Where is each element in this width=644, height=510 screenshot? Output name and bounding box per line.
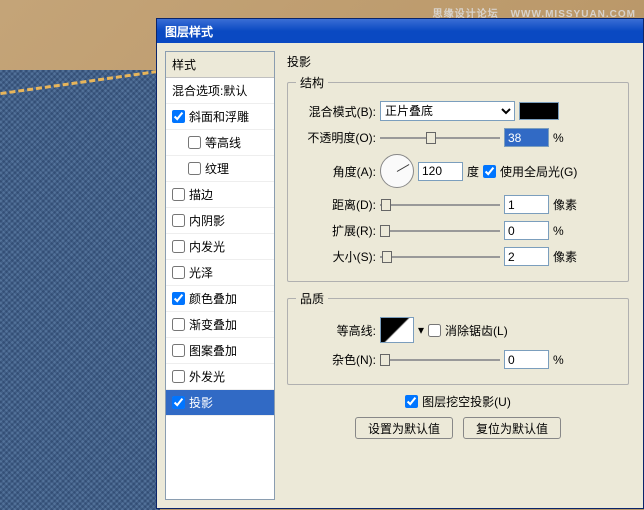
dialog-content: 样式 混合选项:默认 斜面和浮雕等高线纹理描边内阴影内发光光泽颜色叠加渐变叠加图…: [157, 43, 643, 508]
style-item-4[interactable]: 内阴影: [166, 208, 274, 234]
style-item-label: 投影: [189, 394, 213, 411]
style-item-label: 内发光: [189, 238, 225, 255]
opacity-input[interactable]: [504, 128, 549, 147]
spread-slider[interactable]: [380, 223, 500, 239]
style-item-5[interactable]: 内发光: [166, 234, 274, 260]
style-item-label: 描边: [189, 186, 213, 203]
style-checkbox[interactable]: [172, 318, 185, 331]
angle-label: 角度(A):: [296, 163, 376, 180]
make-default-button[interactable]: 设置为默认值: [355, 417, 453, 439]
styles-list: 样式 混合选项:默认 斜面和浮雕等高线纹理描边内阴影内发光光泽颜色叠加渐变叠加图…: [165, 51, 275, 500]
distance-slider[interactable]: [380, 197, 500, 213]
panel-title: 投影: [287, 53, 629, 70]
style-checkbox[interactable]: [172, 188, 185, 201]
reset-default-button[interactable]: 复位为默认值: [463, 417, 561, 439]
angle-input[interactable]: [418, 162, 463, 181]
global-light-checkbox[interactable]: 使用全局光(G): [483, 163, 577, 180]
distance-input[interactable]: [504, 195, 549, 214]
jean-texture: [0, 70, 160, 510]
antialias-checkbox[interactable]: 消除锯齿(L): [428, 322, 508, 339]
style-checkbox[interactable]: [172, 396, 185, 409]
style-checkbox[interactable]: [172, 370, 185, 383]
style-item-label: 图案叠加: [189, 342, 237, 359]
style-item-3[interactable]: 描边: [166, 182, 274, 208]
style-checkbox[interactable]: [188, 162, 201, 175]
style-item-2[interactable]: 纹理: [166, 156, 274, 182]
quality-legend: 品质: [296, 290, 328, 307]
style-item-label: 斜面和浮雕: [189, 108, 249, 125]
style-item-9[interactable]: 图案叠加: [166, 338, 274, 364]
contour-picker[interactable]: [380, 317, 414, 343]
opacity-label: 不透明度(O):: [296, 129, 376, 146]
dialog-titlebar[interactable]: 图层样式: [157, 19, 643, 43]
style-item-label: 颜色叠加: [189, 290, 237, 307]
style-item-label: 外发光: [189, 368, 225, 385]
style-item-6[interactable]: 光泽: [166, 260, 274, 286]
style-checkbox[interactable]: [172, 266, 185, 279]
blend-options-label: 混合选项:默认: [172, 82, 247, 99]
blendmode-label: 混合模式(B):: [296, 103, 376, 120]
style-item-10[interactable]: 外发光: [166, 364, 274, 390]
style-item-1[interactable]: 等高线: [166, 130, 274, 156]
quality-group: 品质 等高线: ▾ 消除锯齿(L) 杂色(N): %: [287, 290, 629, 385]
distance-label: 距离(D):: [296, 196, 376, 213]
chevron-down-icon[interactable]: ▾: [418, 323, 424, 337]
structure-group: 结构 混合模式(B): 正片叠底 不透明度(O): % 角度(A): 度: [287, 74, 629, 282]
style-item-0[interactable]: 斜面和浮雕: [166, 104, 274, 130]
style-item-label: 渐变叠加: [189, 316, 237, 333]
angle-dial[interactable]: [380, 154, 414, 188]
global-light-label: 使用全局光(G): [500, 163, 577, 180]
distance-unit: 像素: [553, 196, 577, 213]
size-slider[interactable]: [380, 249, 500, 265]
style-checkbox[interactable]: [172, 214, 185, 227]
opacity-slider[interactable]: [380, 130, 500, 146]
style-checkbox[interactable]: [172, 240, 185, 253]
styles-header[interactable]: 样式: [166, 52, 274, 78]
global-light-input[interactable]: [483, 165, 496, 178]
knockout-label: 图层挖空投影(U): [422, 393, 511, 410]
style-item-7[interactable]: 颜色叠加: [166, 286, 274, 312]
blend-options-row[interactable]: 混合选项:默认: [166, 78, 274, 104]
spread-unit: %: [553, 224, 564, 238]
spread-label: 扩展(R):: [296, 222, 376, 239]
size-input[interactable]: [504, 247, 549, 266]
size-label: 大小(S):: [296, 248, 376, 265]
antialias-label: 消除锯齿(L): [445, 322, 508, 339]
angle-unit: 度: [467, 163, 479, 180]
noise-label: 杂色(N):: [296, 351, 376, 368]
effect-panel: 投影 结构 混合模式(B): 正片叠底 不透明度(O): % 角度(A):: [281, 51, 635, 500]
shadow-color-swatch[interactable]: [519, 102, 559, 120]
noise-input[interactable]: [504, 350, 549, 369]
blendmode-select[interactable]: 正片叠底: [380, 101, 515, 121]
style-checkbox[interactable]: [172, 344, 185, 357]
dialog-title: 图层样式: [165, 25, 213, 39]
layer-style-dialog: 图层样式 样式 混合选项:默认 斜面和浮雕等高线纹理描边内阴影内发光光泽颜色叠加…: [156, 18, 644, 509]
antialias-input[interactable]: [428, 324, 441, 337]
style-item-label: 光泽: [189, 264, 213, 281]
style-item-label: 等高线: [205, 134, 241, 151]
style-item-label: 纹理: [205, 160, 229, 177]
size-unit: 像素: [553, 248, 577, 265]
structure-legend: 结构: [296, 74, 328, 91]
noise-slider[interactable]: [380, 352, 500, 368]
style-checkbox[interactable]: [172, 110, 185, 123]
contour-label: 等高线:: [296, 322, 376, 339]
style-item-11[interactable]: 投影: [166, 390, 274, 416]
noise-unit: %: [553, 353, 564, 367]
style-item-8[interactable]: 渐变叠加: [166, 312, 274, 338]
opacity-unit: %: [553, 131, 564, 145]
spread-input[interactable]: [504, 221, 549, 240]
style-item-label: 内阴影: [189, 212, 225, 229]
style-checkbox[interactable]: [188, 136, 201, 149]
style-checkbox[interactable]: [172, 292, 185, 305]
knockout-checkbox[interactable]: 图层挖空投影(U): [405, 393, 511, 410]
knockout-input[interactable]: [405, 395, 418, 408]
